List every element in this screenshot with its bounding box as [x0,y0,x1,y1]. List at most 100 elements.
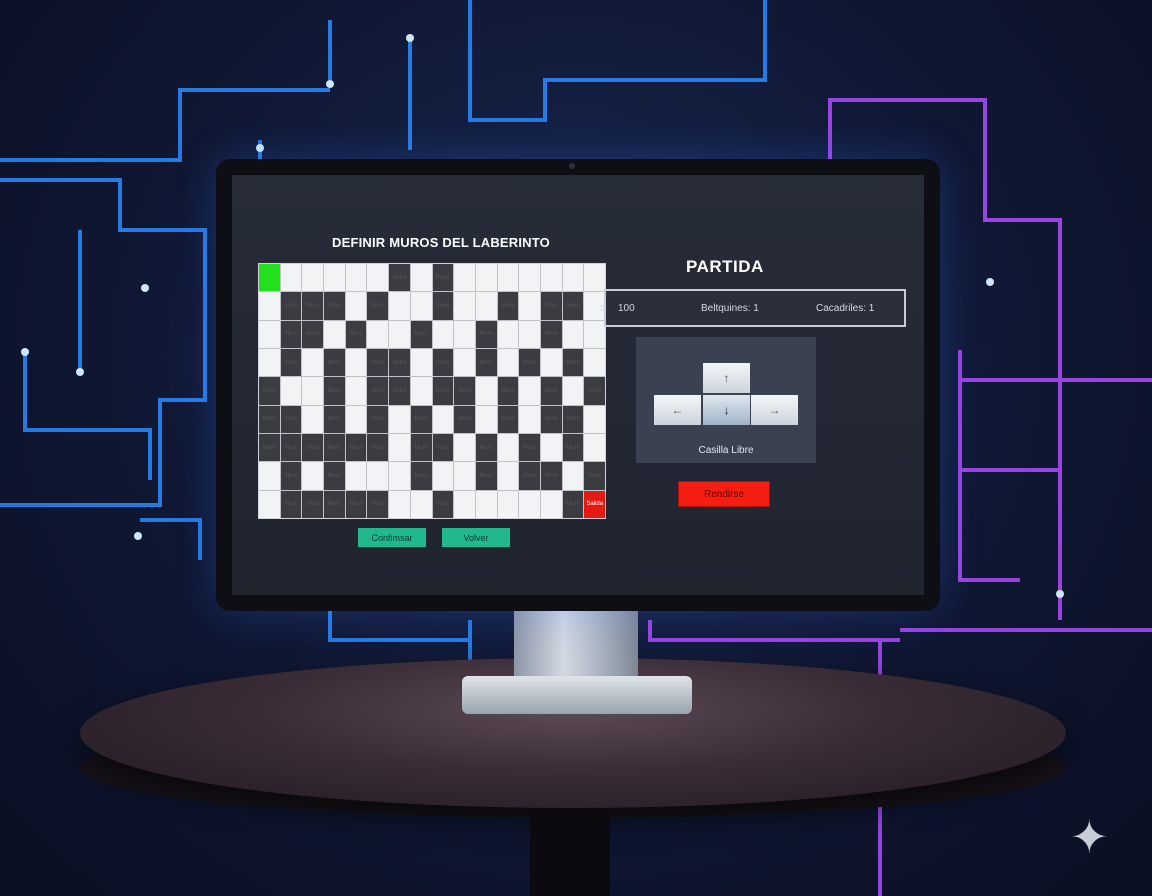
maze-free-cell[interactable] [280,377,302,405]
maze-free-cell[interactable] [259,292,280,320]
maze-wall-cell[interactable]: Muro [519,349,540,377]
maze-wall-cell[interactable]: Muro [562,292,584,320]
maze-free-cell[interactable] [454,462,475,490]
maze-free-cell[interactable] [389,320,410,348]
maze-wall-cell[interactable]: Muro [345,490,367,518]
maze-free-cell[interactable] [584,434,605,462]
maze-free-cell[interactable] [432,405,454,433]
maze-wall-cell[interactable]: Muro [540,292,562,320]
maze-free-cell[interactable] [584,264,605,292]
maze-free-cell[interactable] [345,377,367,405]
maze-free-cell[interactable] [562,320,584,348]
maze-free-cell[interactable] [519,264,540,292]
maze-free-cell[interactable] [345,462,367,490]
maze-wall-cell[interactable]: Muro [389,377,410,405]
maze-wall-cell[interactable]: Muro [367,377,389,405]
maze-free-cell[interactable] [584,320,605,348]
maze-free-cell[interactable] [345,292,367,320]
surrender-button[interactable]: Rendirse [678,481,770,507]
maze-free-cell[interactable] [454,264,475,292]
maze-wall-cell[interactable]: Muro [562,349,584,377]
maze-wall-cell[interactable]: Muro [345,320,367,348]
maze-wall-cell[interactable]: Muro [324,292,345,320]
maze-wall-cell[interactable]: Muro [584,377,605,405]
maze-free-cell[interactable] [475,490,497,518]
maze-free-cell[interactable] [519,292,540,320]
maze-wall-cell[interactable]: Muro [280,434,302,462]
maze-wall-cell[interactable]: Muro [432,490,454,518]
maze-free-cell[interactable] [475,264,497,292]
maze-free-cell[interactable] [562,462,584,490]
maze-free-cell[interactable] [367,320,389,348]
maze-free-cell[interactable] [497,320,519,348]
maze-wall-cell[interactable]: Muro [540,462,562,490]
maze-wall-cell[interactable]: Muro [540,377,562,405]
maze-free-cell[interactable] [454,349,475,377]
maze-wall-cell[interactable]: Muro [410,434,432,462]
maze-wall-cell[interactable]: Muro [324,349,345,377]
maze-free-cell[interactable] [389,462,410,490]
maze-wall-cell[interactable]: Muro [345,434,367,462]
maze-wall-cell[interactable]: Muro [454,405,475,433]
maze-free-cell[interactable] [497,490,519,518]
maze-wall-cell[interactable]: Muro [367,490,389,518]
maze-free-cell[interactable] [345,349,367,377]
maze-wall-cell[interactable]: Muro [410,405,432,433]
maze-free-cell[interactable] [475,405,497,433]
maze-wall-cell[interactable]: Muro [562,490,584,518]
maze-wall-cell[interactable]: Muro [367,434,389,462]
maze-free-cell[interactable] [540,490,562,518]
maze-wall-cell[interactable]: Muro [432,264,454,292]
maze-wall-cell[interactable]: Muro [410,462,432,490]
maze-wall-cell[interactable]: Muro [324,434,345,462]
maze-free-cell[interactable] [497,349,519,377]
maze-wall-cell[interactable]: Muro [280,490,302,518]
maze-wall-cell[interactable]: Muro [302,434,324,462]
maze-free-cell[interactable] [410,490,432,518]
maze-free-cell[interactable] [519,377,540,405]
maze-wall-cell[interactable]: Muro [259,434,280,462]
arrow-up-button[interactable]: ↑ [703,363,750,393]
maze-free-cell[interactable] [259,490,280,518]
maze-free-cell[interactable] [497,462,519,490]
maze-free-cell[interactable] [562,377,584,405]
maze-free-cell[interactable] [475,377,497,405]
maze-free-cell[interactable] [584,349,605,377]
maze-wall-cell[interactable]: Muro [324,462,345,490]
maze-free-cell[interactable] [324,264,345,292]
maze-free-cell[interactable] [497,434,519,462]
maze-free-cell[interactable] [259,462,280,490]
maze-free-cell[interactable] [324,320,345,348]
maze-wall-cell[interactable]: Muro [389,349,410,377]
maze-wall-cell[interactable]: Muro [562,434,584,462]
maze-wall-cell[interactable]: Muro [562,405,584,433]
maze-wall-cell[interactable]: Muro [410,320,432,348]
maze-free-cell[interactable] [540,434,562,462]
maze-wall-cell[interactable]: Muro [519,462,540,490]
maze-start-cell[interactable] [259,264,280,292]
maze-free-cell[interactable] [475,292,497,320]
maze-wall-cell[interactable]: Muro [432,292,454,320]
maze-free-cell[interactable] [389,434,410,462]
maze-wall-cell[interactable]: Muro [367,292,389,320]
maze-wall-cell[interactable]: Muro [324,377,345,405]
maze-wall-cell[interactable]: Muro [302,320,324,348]
maze-free-cell[interactable] [410,292,432,320]
maze-free-cell[interactable] [497,264,519,292]
maze-wall-cell[interactable]: Muro [302,292,324,320]
confirm-button[interactable]: Confimsar [358,528,426,547]
maze-wall-cell[interactable]: Muro [475,349,497,377]
maze-wall-cell[interactable]: Muro [475,434,497,462]
maze-wall-cell[interactable]: Muro [259,405,280,433]
maze-free-cell[interactable] [432,320,454,348]
maze-free-cell[interactable] [519,490,540,518]
maze-free-cell[interactable] [562,264,584,292]
maze-free-cell[interactable] [432,462,454,490]
maze-wall-cell[interactable]: Muro [432,377,454,405]
maze-free-cell[interactable] [454,490,475,518]
maze-free-cell[interactable] [367,264,389,292]
maze-free-cell[interactable] [345,405,367,433]
maze-wall-cell[interactable]: Muro [367,405,389,433]
back-button[interactable]: Volver [442,528,510,547]
maze-free-cell[interactable] [410,349,432,377]
